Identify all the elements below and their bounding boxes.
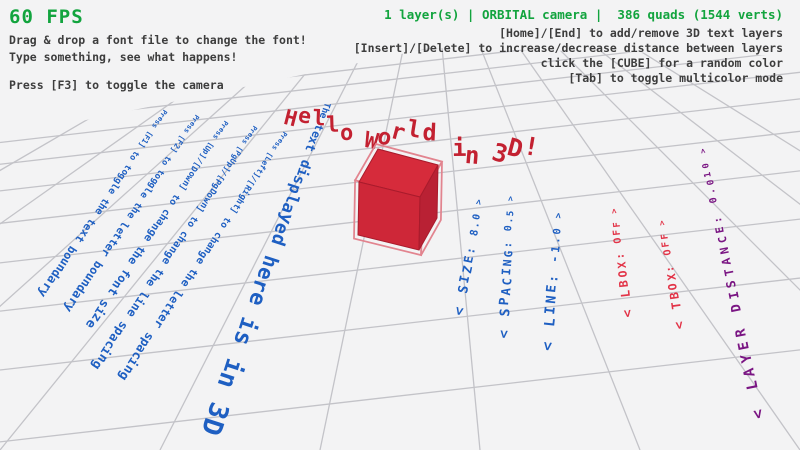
hint-cube-random-color: click the [CUBE] for a random color (541, 56, 783, 70)
status-bar: 1 layer(s) | ORBITAL camera | 386 quads … (384, 7, 783, 22)
hint-add-remove-layers: [Home]/[End] to add/remove 3D text layer… (499, 26, 783, 40)
fps-counter: 60 FPS (9, 6, 84, 28)
hint-type-something: Type something, see what happens! (9, 50, 237, 64)
cube[interactable] (335, 128, 465, 268)
cube-faces (358, 149, 438, 250)
hint-multicolor-mode: [Tab] to toggle multicolor mode (568, 71, 783, 85)
hint-drag-drop-font: Drag & drop a font file to change the fo… (9, 33, 307, 47)
hint-layer-distance: [Insert]/[Delete] to increase/decrease d… (354, 41, 783, 55)
hint-toggle-camera: Press [F3] to toggle the camera (9, 78, 224, 92)
font-demo-window: Hello World in 3D!The text displayed her… (0, 0, 800, 450)
